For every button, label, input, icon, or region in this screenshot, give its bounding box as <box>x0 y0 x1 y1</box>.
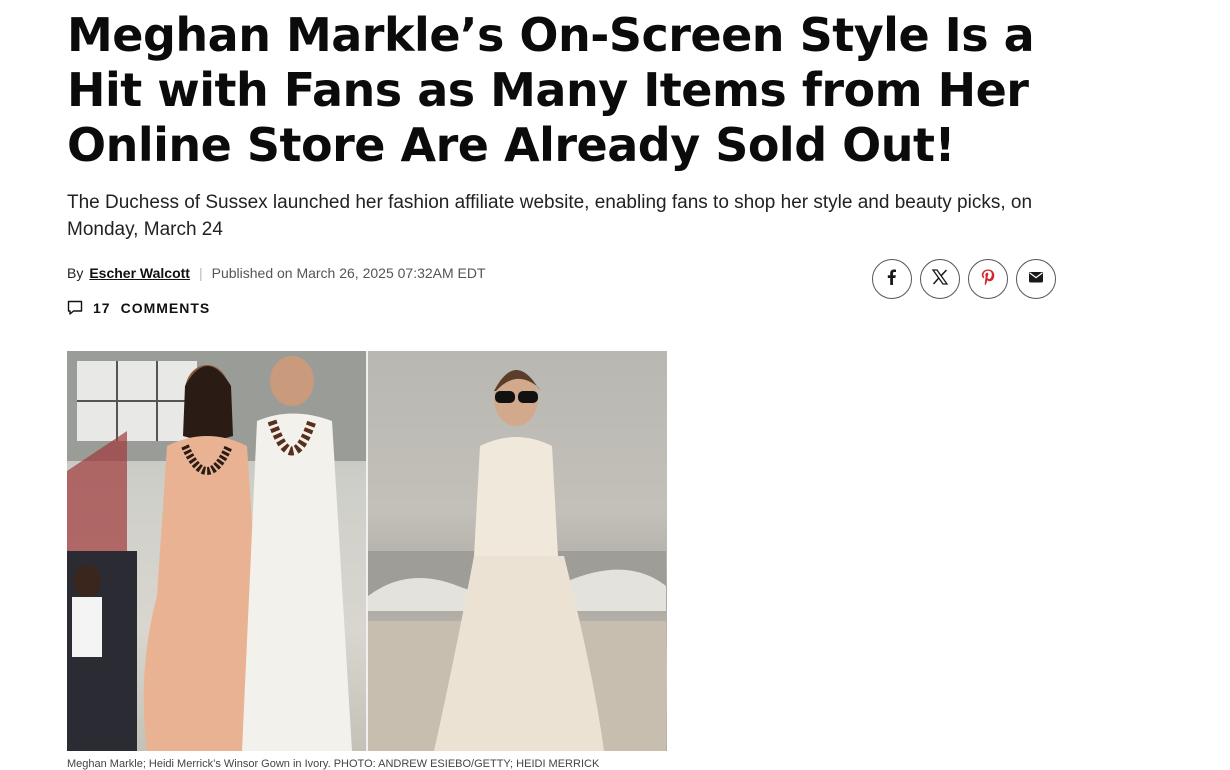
comments-count: 17 <box>93 300 111 316</box>
share-facebook-button[interactable] <box>872 259 912 299</box>
email-icon <box>1027 268 1045 291</box>
byline: By Escher Walcott | Published on March 2… <box>67 265 486 281</box>
byline-by-label: By <box>67 265 84 281</box>
dek: The Duchess of Sussex launched her fashi… <box>67 192 1033 240</box>
share-bar <box>872 259 1056 299</box>
headline: Meghan Markle’s On-Screen Style Is a Hit… <box>67 8 1035 172</box>
photo-caption: Meghan Markle; Heidi Merrick’s Winsor Go… <box>67 758 600 770</box>
publish-date: Published on March 26, 2025 07:32AM EDT <box>211 265 486 281</box>
pinterest-icon <box>979 268 997 291</box>
lead-image-left-panel <box>67 351 366 751</box>
lead-image <box>67 351 667 751</box>
share-email-button[interactable] <box>1016 259 1056 299</box>
share-pinterest-button[interactable] <box>968 259 1008 299</box>
author-link[interactable]: Escher Walcott <box>89 265 190 281</box>
comments-link[interactable]: 17 COMMENTS <box>67 300 210 316</box>
comment-bubble-icon <box>67 300 83 316</box>
comments-label: COMMENTS <box>120 300 211 316</box>
facebook-icon <box>883 268 901 291</box>
byline-divider: | <box>198 265 203 281</box>
lead-image-right-panel <box>366 351 667 751</box>
share-x-button[interactable] <box>920 259 960 299</box>
x-icon <box>931 268 949 291</box>
